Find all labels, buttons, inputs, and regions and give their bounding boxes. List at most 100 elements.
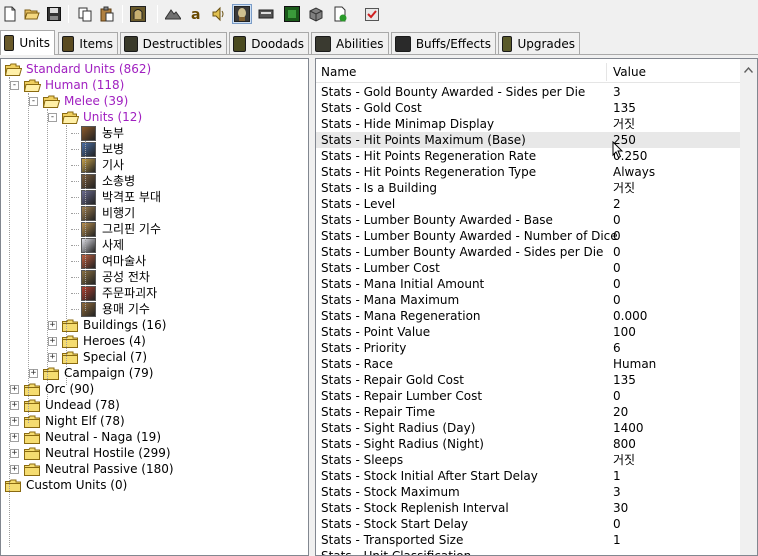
object-tree[interactable]: Standard Units (862) - Human (118) - Melee (… (0, 58, 309, 556)
tab-buffs-effects[interactable]: Buffs/Effects (391, 32, 496, 54)
test-map-button[interactable] (330, 4, 350, 24)
campaign-editor-button[interactable] (256, 4, 276, 24)
property-list[interactable]: Name Value Stats - Gold Bounty Awarded -… (315, 58, 758, 556)
tree-folder-item[interactable]: Orc (90) (24, 381, 96, 397)
property-row[interactable]: Stats - Is a Building 거짓 (316, 180, 741, 196)
tree-expand-button[interactable]: + (29, 369, 38, 378)
tree-unit-item[interactable]: 농부 (81, 125, 126, 141)
save-button[interactable] (44, 4, 64, 24)
property-row[interactable]: Stats - Repair Lumber Cost 0 (316, 388, 741, 404)
property-row[interactable]: Stats - Lumber Cost 0 (316, 260, 741, 276)
tree-expand-button[interactable]: + (10, 401, 19, 410)
property-row[interactable]: Stats - Level 2 (316, 196, 741, 212)
tree-expand-button[interactable]: + (48, 337, 57, 346)
scroll-up-button[interactable] (740, 61, 757, 78)
unit-editor-button[interactable] (128, 4, 148, 24)
tree-unit-item[interactable]: 사제 (81, 237, 126, 253)
sound-editor-button[interactable] (209, 4, 229, 24)
amazon-button[interactable]: a (186, 4, 206, 24)
tree-collapse-button[interactable]: - (10, 81, 19, 90)
tree-expand-button[interactable]: + (10, 385, 19, 394)
property-row[interactable]: Stats - Lumber Bounty Awarded - Base 0 (316, 212, 741, 228)
tree-unit-item[interactable]: 박격포 부대 (81, 189, 163, 205)
property-row[interactable]: Stats - Repair Gold Cost 135 (316, 372, 741, 388)
ai-editor-button[interactable] (282, 4, 302, 24)
property-row[interactable]: Stats - Priority 6 (316, 340, 741, 356)
copy-button[interactable] (75, 4, 95, 24)
scenario-button[interactable] (362, 4, 382, 24)
property-row[interactable]: Stats - Stock Maximum 3 (316, 484, 741, 500)
terrain-editor-button[interactable] (163, 4, 183, 24)
new-button[interactable] (0, 4, 20, 24)
open-button[interactable] (22, 4, 42, 24)
tab-units[interactable]: Units (0, 30, 55, 55)
property-row[interactable]: Stats - Unit Classification (316, 548, 741, 555)
tree-expand-button[interactable]: + (10, 417, 19, 426)
column-divider[interactable] (606, 63, 607, 81)
tree-unit-item[interactable]: 주문파괴자 (81, 285, 159, 301)
property-row[interactable]: Stats - Lumber Bounty Awarded - Sides pe… (316, 244, 741, 260)
tree-folder-item[interactable]: Custom Units (0) (5, 477, 129, 493)
column-header-value[interactable]: Value (608, 61, 741, 83)
object-editor-button[interactable] (232, 4, 252, 24)
tree-expand-button[interactable]: + (48, 353, 57, 362)
tree-folder-item[interactable]: Human (118) (23, 77, 126, 93)
tree-folder-item[interactable]: Night Elf (78) (24, 413, 127, 429)
tree-folder-item[interactable]: Melee (39) (42, 93, 130, 109)
column-header-name[interactable]: Name (316, 61, 606, 83)
property-row[interactable]: Stats - Sight Radius (Day) 1400 (316, 420, 741, 436)
tree-folder-item[interactable]: Undead (78) (24, 397, 122, 413)
tree-folder-item[interactable]: Campaign (79) (43, 365, 155, 381)
property-row[interactable]: Stats - Mana Maximum 0 (316, 292, 741, 308)
import-manager-button[interactable] (306, 4, 326, 24)
property-row[interactable]: Stats - Race Human (316, 356, 741, 372)
tree-unit-item[interactable]: 여마술사 (81, 253, 148, 269)
property-row[interactable]: Stats - Point Value 100 (316, 324, 741, 340)
property-row[interactable]: Stats - Hit Points Maximum (Base) 250 (316, 132, 741, 148)
property-row[interactable]: Stats - Lumber Bounty Awarded - Number o… (316, 228, 741, 244)
property-row[interactable]: Stats - Sleeps 거짓 (316, 452, 741, 468)
tree-unit-item[interactable]: 보병 (81, 141, 126, 157)
property-row[interactable]: Stats - Hit Points Regeneration Rate 0.25… (316, 148, 741, 164)
property-row[interactable]: Stats - Mana Initial Amount 0 (316, 276, 741, 292)
tree-unit-item[interactable]: 기사 (81, 157, 126, 173)
tree-unit-item[interactable]: 비행기 (81, 205, 137, 221)
tree-collapse-button[interactable]: - (48, 113, 57, 122)
property-row[interactable]: Stats - Stock Initial After Start Delay 1 (316, 468, 741, 484)
vertical-scrollbar[interactable] (740, 59, 757, 555)
property-row[interactable]: Stats - Stock Replenish Interval 30 (316, 500, 741, 516)
paste-button[interactable] (97, 4, 117, 24)
property-row[interactable]: Stats - Sight Radius (Night) 800 (316, 436, 741, 452)
tree-folder-item[interactable]: Buildings (16) (62, 317, 168, 333)
tab-upgrades[interactable]: Upgrades (498, 32, 580, 54)
tree-folder-item[interactable]: Standard Units (862) (4, 61, 153, 77)
property-row[interactable]: Stats - Gold Cost 135 (316, 100, 741, 116)
tab-items[interactable]: Items (58, 32, 118, 54)
tree-folder-item[interactable]: Neutral Passive (180) (24, 461, 176, 477)
property-row[interactable]: Stats - Hide Minimap Display 거짓 (316, 116, 741, 132)
property-row[interactable]: Stats - Stock Start Delay 0 (316, 516, 741, 532)
tree-folder-item[interactable]: Special (7) (62, 349, 149, 365)
tab-abilities[interactable]: Abilities (311, 32, 389, 54)
tree-expand-button[interactable]: + (10, 465, 19, 474)
tree-expand-button[interactable]: + (10, 433, 19, 442)
property-row[interactable]: Stats - Gold Bounty Awarded - Sides per … (316, 84, 741, 100)
tree-unit-item[interactable]: 소총병 (81, 173, 137, 189)
tree-folder-item[interactable]: Units (12) (61, 109, 144, 125)
tree-unit-item[interactable]: 그리핀 기수 (81, 221, 163, 237)
tree-folder-item[interactable]: Neutral Hostile (299) (24, 445, 173, 461)
tree-folder-item[interactable]: Neutral - Naga (19) (24, 429, 163, 445)
tab-destructibles[interactable]: Destructibles (120, 32, 227, 54)
tree-expand-button[interactable]: + (10, 449, 19, 458)
property-row[interactable]: Stats - Repair Time 20 (316, 404, 741, 420)
tree-unit-item[interactable]: 용매 기수 (81, 301, 152, 317)
property-row[interactable]: Stats - Mana Regeneration 0.000 (316, 308, 741, 324)
tree-unit-item[interactable]: 공성 전차 (81, 269, 152, 285)
tree-expand-button[interactable]: + (48, 321, 57, 330)
list-header: Name Value (316, 61, 741, 83)
tab-doodads[interactable]: Doodads (229, 32, 309, 54)
property-row[interactable]: Stats - Transported Size 1 (316, 532, 741, 548)
tree-folder-item[interactable]: Heroes (4) (62, 333, 148, 349)
tree-collapse-button[interactable]: - (29, 97, 38, 106)
property-row[interactable]: Stats - Hit Points Regeneration Type Alwa… (316, 164, 741, 180)
